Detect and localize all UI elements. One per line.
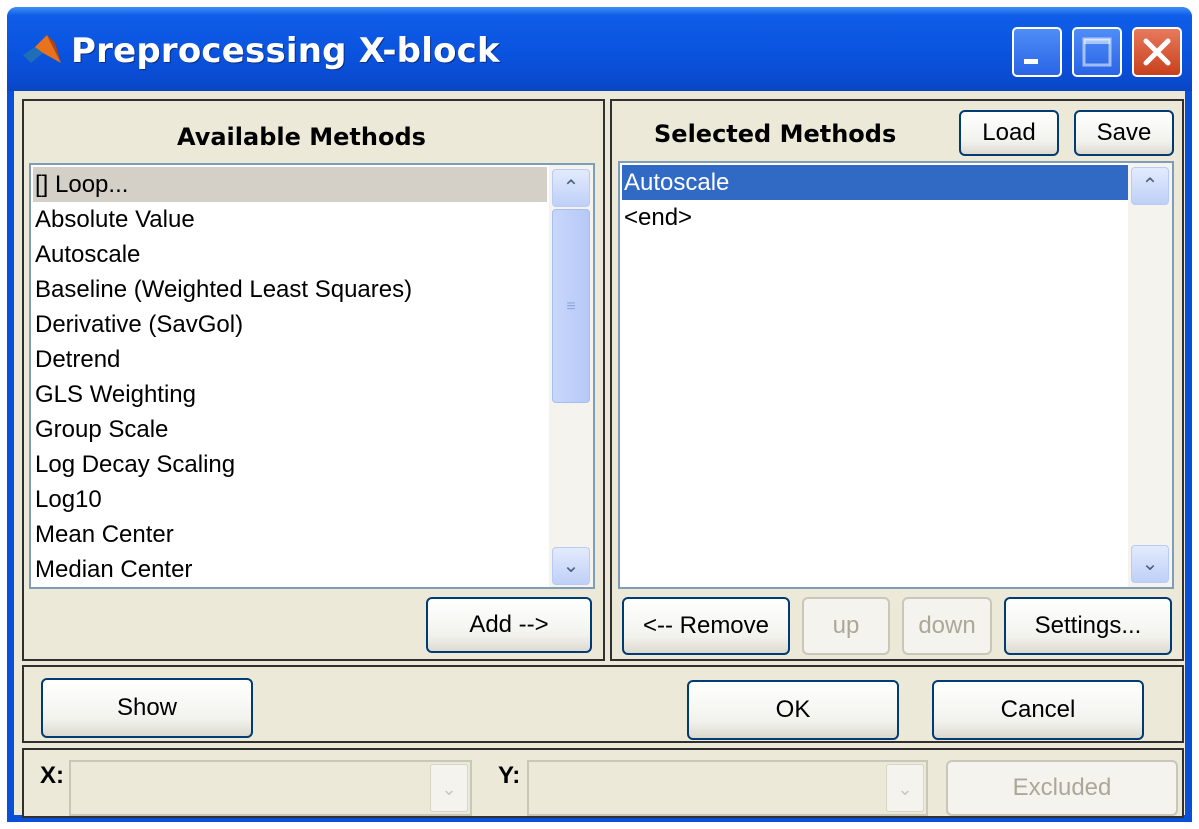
y-select[interactable]: ⌄ bbox=[527, 760, 928, 816]
cancel-button[interactable]: Cancel bbox=[932, 680, 1144, 740]
available-methods-panel: Available Methods [] Loop... Absolute Va… bbox=[22, 99, 605, 661]
ok-button[interactable]: OK bbox=[687, 680, 899, 740]
selected-methods-list[interactable]: Autoscale <end> ⌃ ⌄ bbox=[618, 161, 1174, 589]
save-button[interactable]: Save bbox=[1074, 110, 1174, 156]
footer-panel: X: ⌄ Y: ⌄ Excluded bbox=[22, 748, 1184, 818]
y-label: Y: bbox=[498, 762, 521, 789]
list-item[interactable]: GLS Weighting bbox=[33, 377, 196, 412]
minimize-button[interactable] bbox=[1012, 27, 1062, 77]
chevron-down-icon[interactable]: ⌄ bbox=[886, 764, 924, 812]
scroll-up-icon[interactable]: ⌃ bbox=[1131, 167, 1169, 205]
scroll-up-icon[interactable]: ⌃ bbox=[552, 169, 590, 207]
excluded-button[interactable]: Excluded bbox=[946, 760, 1178, 816]
list-item[interactable]: Mean Center bbox=[33, 517, 174, 552]
x-label: X: bbox=[40, 762, 64, 789]
selected-scrollbar[interactable]: ⌃ ⌄ bbox=[1128, 163, 1172, 587]
show-button[interactable]: Show bbox=[41, 678, 253, 738]
available-scrollbar[interactable]: ⌃ ≡ ⌄ bbox=[549, 165, 593, 587]
load-button[interactable]: Load bbox=[959, 110, 1059, 156]
list-item[interactable]: Baseline (Weighted Least Squares) bbox=[33, 272, 412, 307]
list-item[interactable]: Log Decay Scaling bbox=[33, 447, 235, 482]
list-item[interactable]: Derivative (SavGol) bbox=[33, 307, 243, 342]
list-item[interactable]: Median Center bbox=[33, 552, 192, 587]
list-item[interactable]: Autoscale bbox=[622, 165, 1134, 200]
close-button[interactable] bbox=[1132, 27, 1182, 77]
list-item[interactable]: Detrend bbox=[33, 342, 120, 377]
title-bar[interactable]: Preprocessing X-block bbox=[7, 7, 1192, 91]
actions-panel: Show OK Cancel bbox=[22, 665, 1184, 743]
minimize-icon bbox=[1024, 59, 1038, 64]
settings-button[interactable]: Settings... bbox=[1004, 597, 1172, 655]
remove-button[interactable]: <-- Remove bbox=[622, 597, 790, 655]
maximize-button[interactable] bbox=[1072, 27, 1122, 77]
close-icon bbox=[1143, 38, 1171, 66]
chevron-down-icon[interactable]: ⌄ bbox=[430, 764, 468, 812]
window-title: Preprocessing X-block bbox=[71, 31, 500, 71]
list-item[interactable]: [] Loop... bbox=[33, 167, 547, 202]
scroll-thumb[interactable]: ≡ bbox=[552, 209, 590, 403]
add-button[interactable]: Add --> bbox=[426, 597, 592, 653]
down-button[interactable]: down bbox=[902, 597, 992, 655]
selected-methods-panel: Selected Methods Load Save Autoscale <en… bbox=[610, 99, 1184, 661]
list-item[interactable]: <end> bbox=[622, 200, 692, 235]
list-item[interactable]: Absolute Value bbox=[33, 202, 195, 237]
list-item[interactable]: Group Scale bbox=[33, 412, 168, 447]
x-select[interactable]: ⌄ bbox=[69, 760, 472, 816]
available-methods-heading: Available Methods bbox=[177, 123, 426, 151]
scroll-down-icon[interactable]: ⌄ bbox=[1131, 545, 1169, 583]
up-button[interactable]: up bbox=[802, 597, 890, 655]
list-item[interactable]: Autoscale bbox=[33, 237, 140, 272]
dialog-window: Preprocessing X-block Available Methods … bbox=[7, 7, 1192, 822]
available-methods-list[interactable]: [] Loop... Absolute Value Autoscale Base… bbox=[29, 163, 595, 589]
scroll-down-icon[interactable]: ⌄ bbox=[552, 547, 590, 585]
matlab-icon bbox=[23, 35, 61, 63]
dialog-body: Available Methods [] Loop... Absolute Va… bbox=[14, 91, 1185, 818]
selected-methods-heading: Selected Methods bbox=[654, 120, 897, 148]
maximize-icon bbox=[1082, 37, 1112, 67]
list-item[interactable]: Log10 bbox=[33, 482, 102, 517]
